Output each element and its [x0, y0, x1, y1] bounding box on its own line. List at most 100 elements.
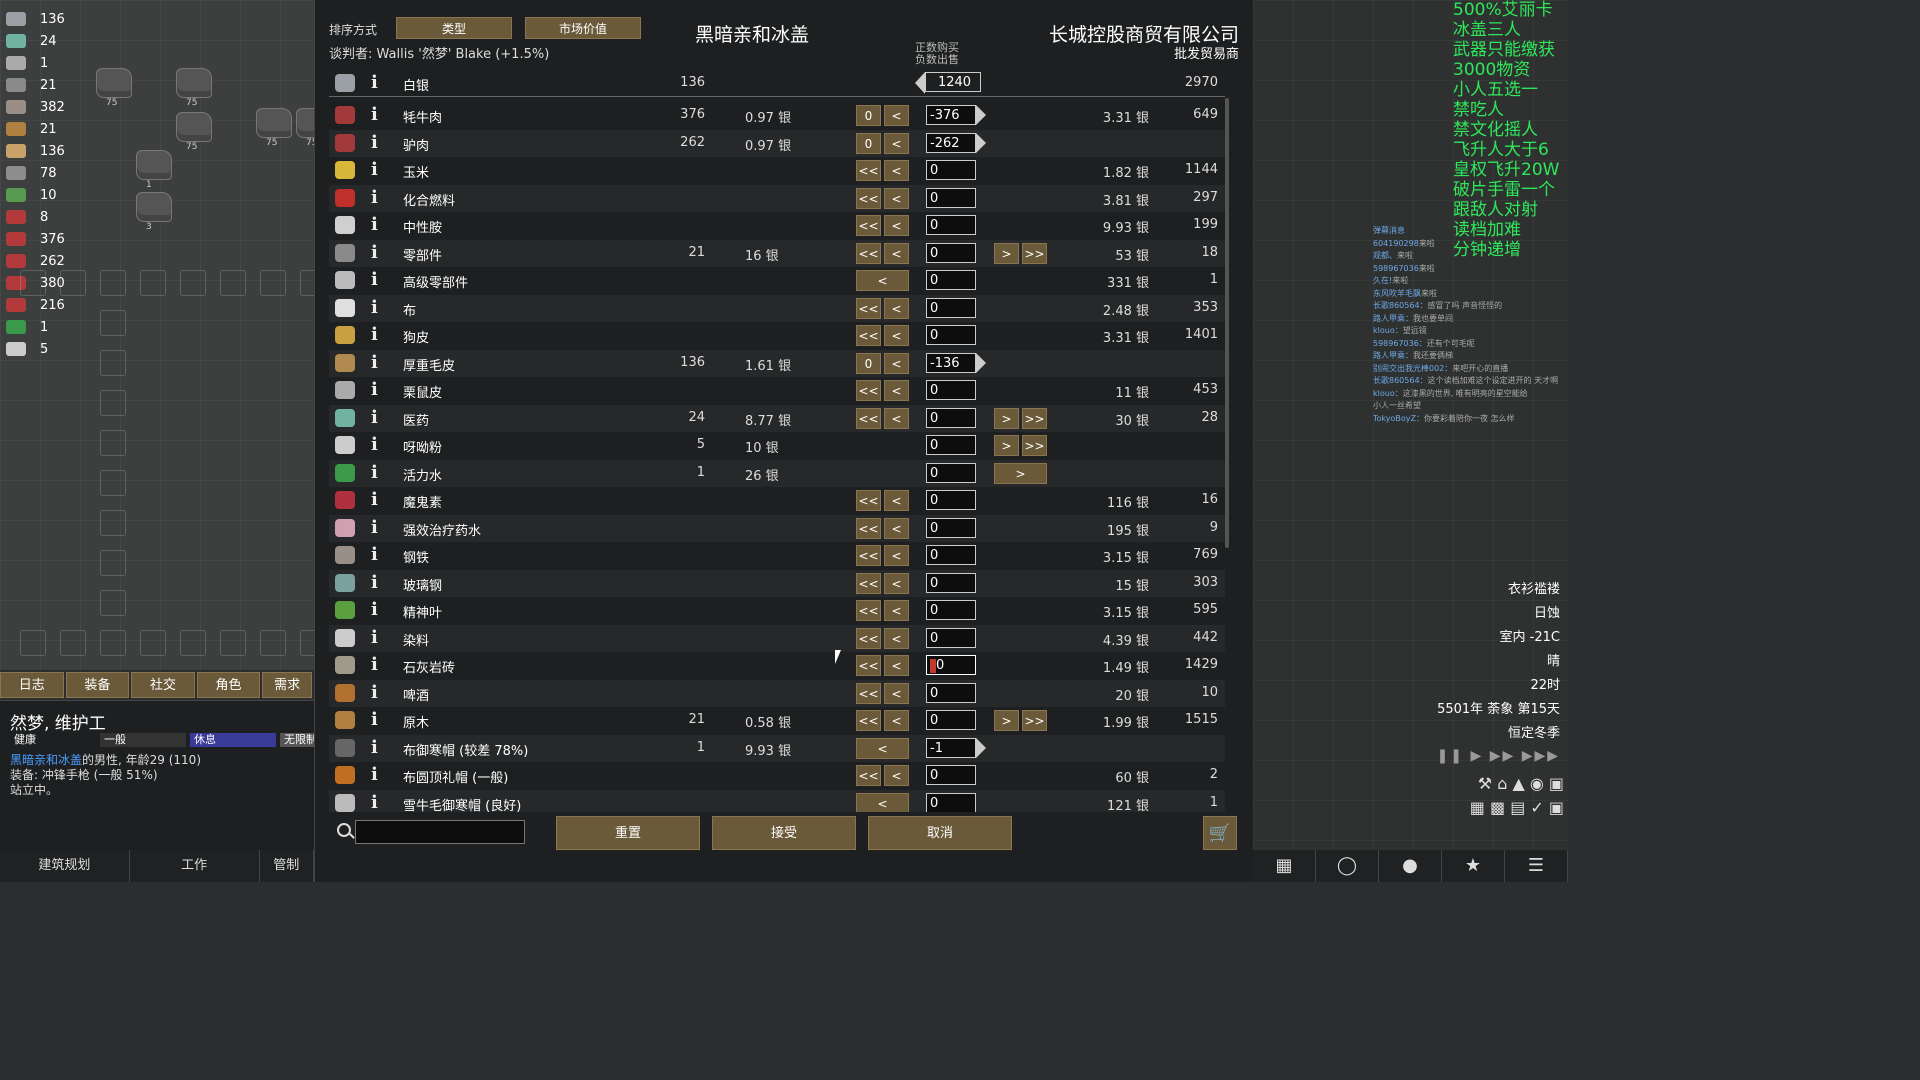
tab-needs[interactable]: 需求	[262, 672, 312, 698]
sell-all-button[interactable]: <<	[856, 572, 881, 594]
scrollbar[interactable]	[1225, 98, 1229, 548]
sell-one-button[interactable]: <	[884, 600, 909, 621]
info-icon[interactable]: i	[371, 737, 378, 758]
info-icon[interactable]: i	[371, 434, 378, 455]
shopping-cart-icon[interactable]: 🛒	[1203, 816, 1237, 850]
info-icon[interactable]: i	[371, 132, 378, 153]
sell-one-button[interactable]: <	[884, 325, 909, 346]
trade-quantity-input[interactable]: 0	[926, 270, 976, 290]
sell-one-button[interactable]: <	[884, 765, 909, 786]
resource-item[interactable]: 5	[6, 338, 65, 360]
sell-one-button[interactable]: <	[884, 105, 909, 126]
accept-button[interactable]: 接受	[712, 816, 856, 850]
architect-tab[interactable]: 建筑规划	[0, 850, 130, 882]
info-icon[interactable]: i	[371, 682, 378, 703]
trade-quantity-input[interactable]: 0	[926, 215, 976, 235]
resource-item[interactable]: 1	[6, 316, 65, 338]
trade-quantity-input[interactable]: 0	[926, 710, 976, 730]
work-tab[interactable]: 工作	[130, 850, 260, 882]
tab-social[interactable]: 社交	[131, 672, 195, 698]
trade-quantity-input[interactable]: 0	[926, 655, 976, 675]
rock-chunk[interactable]	[96, 68, 132, 98]
trade-quantity-input[interactable]: 0	[926, 545, 976, 565]
history-icon[interactable]: ▦	[1253, 850, 1316, 882]
info-icon[interactable]: i	[371, 627, 378, 648]
trade-quantity-input[interactable]: 0	[926, 792, 976, 812]
resource-item[interactable]: 262	[6, 250, 65, 272]
trade-quantity-input[interactable]: 0	[926, 325, 976, 345]
rock-chunk[interactable]	[256, 108, 292, 138]
world-icon[interactable]: ●	[1379, 850, 1442, 882]
info-icon[interactable]: i	[371, 269, 378, 290]
info-icon[interactable]: i	[371, 599, 378, 620]
sell-all-button[interactable]: <<	[856, 490, 881, 511]
info-icon[interactable]: i	[371, 462, 378, 483]
rock-chunk[interactable]	[176, 112, 212, 142]
sell-one-button[interactable]: <	[884, 297, 909, 319]
trade-quantity-input[interactable]: 0	[926, 765, 976, 785]
buy-all-button[interactable]: >>	[1022, 407, 1047, 429]
trade-quantity-input[interactable]: 0	[926, 462, 976, 483]
trade-quantity-input[interactable]: 0	[926, 682, 976, 703]
pawn-faction-link[interactable]: 黑暗亲和冰盖	[10, 753, 82, 767]
sell-one-button[interactable]: <	[884, 627, 909, 649]
sell-all-button[interactable]: <<	[856, 407, 881, 429]
sell-none-button[interactable]: 0	[856, 105, 881, 126]
sell-all-button[interactable]: <<	[856, 297, 881, 319]
sell-one-button[interactable]: <	[884, 710, 909, 731]
sell-all-button[interactable]: <<	[856, 517, 881, 539]
info-icon[interactable]: i	[371, 572, 378, 593]
trade-quantity-input[interactable]: -262	[926, 132, 976, 153]
sell-one-button[interactable]: <	[884, 655, 909, 676]
sell-one-button[interactable]: <	[884, 490, 909, 511]
sell-all-button[interactable]: <<	[856, 160, 881, 181]
trade-quantity-input[interactable]: 0	[926, 517, 976, 538]
resource-item[interactable]: 8	[6, 206, 65, 228]
sell-one-button[interactable]: <	[856, 737, 909, 759]
sell-none-button[interactable]: 0	[856, 132, 881, 154]
sell-all-button[interactable]: <<	[856, 242, 881, 264]
sell-all-button[interactable]: <<	[856, 215, 881, 236]
buy-one-button[interactable]: >	[994, 407, 1019, 429]
trade-quantity-input[interactable]: 0	[926, 187, 976, 208]
sell-one-button[interactable]: <	[884, 352, 909, 374]
trade-quantity-input[interactable]: -1	[926, 737, 976, 758]
resource-item[interactable]: 382	[6, 96, 65, 118]
rock-chunk[interactable]	[176, 68, 212, 98]
buy-all-button[interactable]: >>	[1022, 435, 1047, 456]
sell-none-button[interactable]: 0	[856, 352, 881, 374]
resource-item[interactable]: 136	[6, 140, 65, 162]
sell-one-button[interactable]: <	[884, 132, 909, 154]
trade-quantity-input[interactable]: 0	[926, 242, 976, 263]
resource-item[interactable]: 21	[6, 118, 65, 140]
sell-all-button[interactable]: <<	[856, 710, 881, 731]
info-icon[interactable]: i	[371, 709, 378, 730]
trade-quantity-input[interactable]: 0	[926, 297, 976, 318]
cancel-button[interactable]: 取消	[868, 816, 1012, 850]
sell-all-button[interactable]: <<	[856, 765, 881, 786]
info-icon[interactable]: i	[371, 324, 378, 345]
buy-all-button[interactable]: >>	[1022, 242, 1047, 264]
buy-one-button[interactable]: >	[994, 462, 1047, 484]
info-icon[interactable]: i	[371, 407, 378, 428]
resource-item[interactable]: 376	[6, 228, 65, 250]
resource-item[interactable]: 21	[6, 74, 65, 96]
research-icon[interactable]: ◯	[1316, 850, 1379, 882]
reset-button[interactable]: 重置	[556, 816, 700, 850]
trade-quantity-input[interactable]: 0	[926, 490, 976, 510]
info-icon[interactable]: i	[371, 297, 378, 318]
sell-all-button[interactable]: <<	[856, 682, 881, 704]
tab-gear[interactable]: 装备	[65, 672, 130, 698]
trade-quantity-input[interactable]: 0	[926, 380, 976, 400]
info-icon[interactable]: i	[371, 489, 378, 510]
trade-quantity-input[interactable]: 0	[926, 627, 976, 648]
rock-chunk[interactable]	[136, 150, 172, 180]
info-icon[interactable]: i	[371, 544, 378, 565]
trade-quantity-input[interactable]: 0	[926, 160, 976, 180]
overlay-toggles[interactable]: ⚒ ⌂ ▲ ◉ ▣ ▦ ▩ ▤ ✓ ▣	[1444, 772, 1564, 844]
tab-character[interactable]: 角色	[196, 672, 261, 698]
game-map[interactable]: 136 24 1 21 382 21 136 78 10 8 376 262 380 216 1 5 75 75…	[0, 0, 332, 670]
search-input[interactable]	[355, 820, 525, 844]
resource-item[interactable]: 24	[6, 30, 65, 52]
sell-all-button[interactable]: <<	[856, 187, 881, 209]
